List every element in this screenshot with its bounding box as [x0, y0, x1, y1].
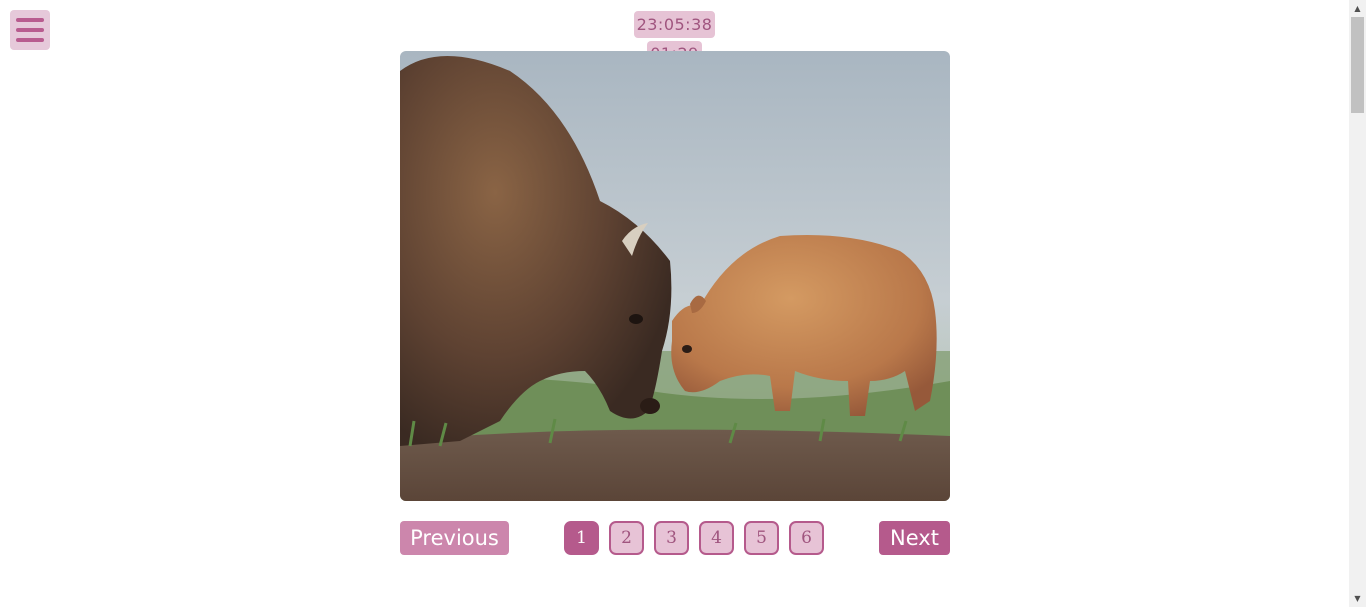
page-button-6[interactable]: 6: [789, 521, 824, 555]
scroll-up-arrow-icon[interactable]: ▲: [1349, 0, 1366, 17]
previous-button[interactable]: Previous: [400, 521, 509, 555]
vertical-scrollbar[interactable]: ▲ ▼: [1349, 0, 1366, 607]
gallery-image: [400, 51, 950, 501]
menu-bar: [16, 18, 44, 22]
page-button-3[interactable]: 3: [654, 521, 689, 555]
clock-display: 23:05:38: [634, 11, 715, 38]
menu-bar: [16, 28, 44, 32]
hamburger-menu-button[interactable]: [10, 10, 50, 50]
menu-bar: [16, 38, 44, 42]
page-button-2[interactable]: 2: [609, 521, 644, 555]
scroll-down-arrow-icon[interactable]: ▼: [1349, 590, 1366, 607]
page-button-1[interactable]: 1: [564, 521, 599, 555]
next-button[interactable]: Next: [879, 521, 950, 555]
page-button-4[interactable]: 4: [699, 521, 734, 555]
scrollbar-thumb[interactable]: [1351, 17, 1364, 113]
page-button-5[interactable]: 5: [744, 521, 779, 555]
bison-photo: [400, 51, 950, 501]
